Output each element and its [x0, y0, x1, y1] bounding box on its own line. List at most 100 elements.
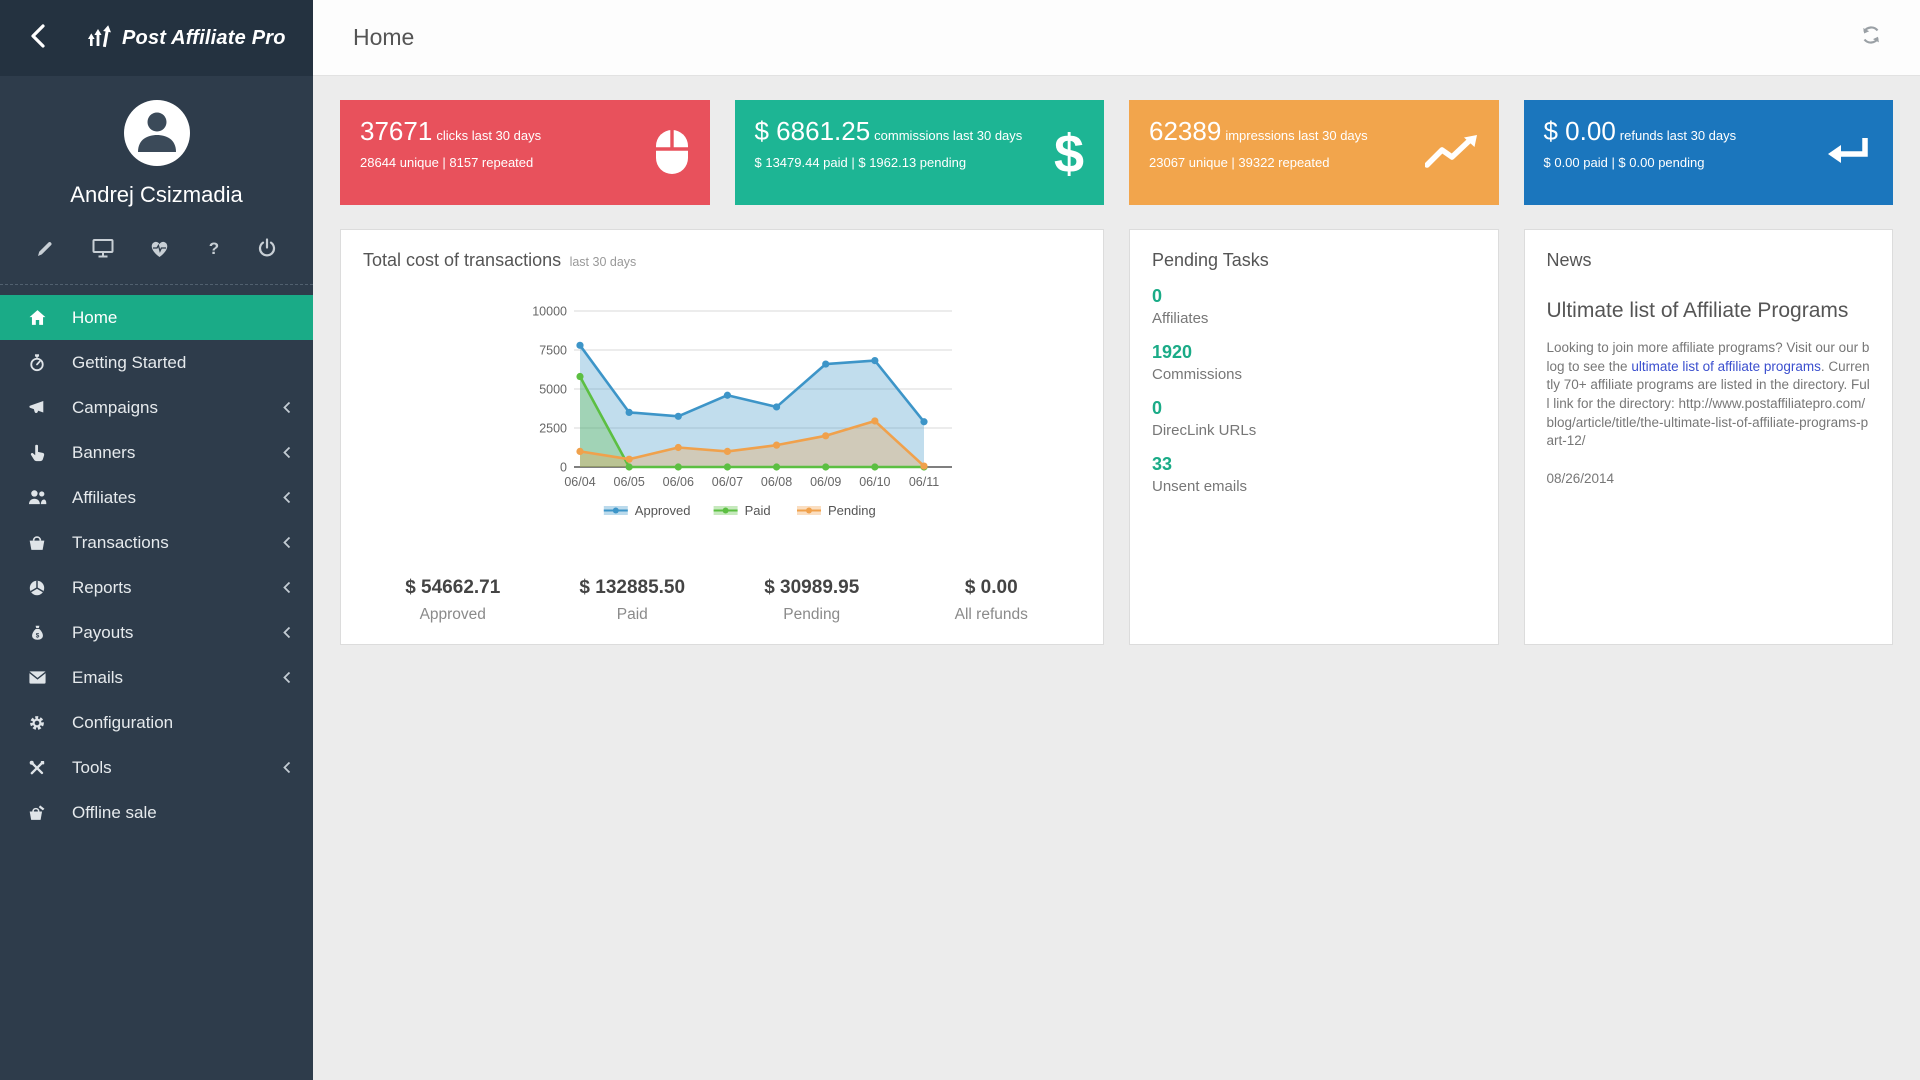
chevron-collapsed-icon — [283, 401, 291, 414]
news-date: 08/26/2014 — [1547, 471, 1871, 486]
sidebar-item-label: Campaigns — [72, 398, 158, 418]
hand-pointer-icon — [26, 444, 48, 462]
user-profile: Andrej Csizmadia — [0, 76, 313, 208]
sidebar-item-emails[interactable]: Emails — [0, 655, 313, 700]
sidebar-item-affiliates[interactable]: Affiliates — [0, 475, 313, 520]
sidebar-nav: Home Getting Started Campaigns Bann — [0, 295, 313, 835]
sidebar-item-home[interactable]: Home — [0, 295, 313, 340]
chevron-left-icon — [29, 23, 47, 54]
impressions-card[interactable]: 62389impressions last 30 days 23067 uniq… — [1129, 100, 1499, 205]
sidebar-item-campaigns[interactable]: Campaigns — [0, 385, 313, 430]
chevron-collapsed-icon — [283, 626, 291, 639]
news-panel: News Ultimate list of Affiliate Programs… — [1524, 229, 1894, 645]
sidebar-item-getting-started[interactable]: Getting Started — [0, 340, 313, 385]
clicks-card-text: 37671clicks last 30 days 28644 unique | … — [360, 115, 541, 193]
impressions-card-text: 62389impressions last 30 days 23067 uniq… — [1149, 115, 1368, 193]
dashboard-content: 37671clicks last 30 days 28644 unique | … — [313, 76, 1920, 1080]
brand-arrows-icon — [86, 25, 112, 51]
user-name: Andrej Csizmadia — [0, 182, 313, 208]
sidebar-item-label: Home — [72, 308, 117, 328]
svg-text:06/07: 06/07 — [712, 475, 743, 489]
collapse-sidebar-button[interactable] — [16, 16, 60, 60]
chart-totals: $ 54662.71 Approved $ 132885.50 Paid $ 3… — [363, 577, 1081, 624]
svg-text:06/08: 06/08 — [761, 475, 792, 489]
megaphone-icon — [26, 399, 48, 417]
chevron-collapsed-icon — [283, 446, 291, 459]
chart-header: Total cost of transactions last 30 days — [363, 250, 1081, 271]
svg-text:10000: 10000 — [532, 305, 567, 319]
stopwatch-icon — [26, 354, 48, 372]
sidebar-item-banners[interactable]: Banners — [0, 430, 313, 475]
sidebar-item-label: Payouts — [72, 623, 133, 643]
svg-text:0: 0 — [560, 461, 567, 475]
chart-subtitle: last 30 days — [570, 255, 637, 269]
commissions-sub: $ 13479.44 paid | $ 1962.13 pending — [755, 155, 1023, 170]
task-affiliates: 0 Affiliates — [1152, 286, 1476, 327]
sidebar-item-label: Reports — [72, 578, 132, 598]
svg-text:06/11: 06/11 — [909, 475, 939, 489]
commissions-card[interactable]: $ 6861.25commissions last 30 days $ 1347… — [735, 100, 1105, 205]
refunds-label: refunds last 30 days — [1620, 128, 1736, 143]
help-icon[interactable]: ? — [206, 238, 222, 258]
sidebar-divider — [0, 284, 313, 285]
svg-text:Pending: Pending — [828, 503, 876, 518]
news-link[interactable]: ultimate list of affiliate programs — [1631, 359, 1821, 374]
refresh-button[interactable] — [1860, 24, 1882, 51]
svg-text:5000: 5000 — [539, 383, 567, 397]
gear-icon — [26, 714, 48, 732]
sidebar-item-transactions[interactable]: Transactions — [0, 520, 313, 565]
pending-tasks-panel: Pending Tasks 0 Affiliates 1920 Commissi… — [1129, 229, 1499, 645]
task-unsent-emails: 33 Unsent emails — [1152, 454, 1476, 495]
basket-icon — [26, 534, 48, 551]
app-window: Post Affiliate Pro Andrej Csizmadia — [0, 0, 1920, 1080]
svg-text:Approved: Approved — [635, 503, 691, 518]
sidebar-item-label: Tools — [72, 758, 112, 778]
svg-text:7500: 7500 — [539, 344, 567, 358]
mouse-icon — [654, 128, 690, 181]
sidebar-item-configuration[interactable]: Configuration — [0, 700, 313, 745]
commissions-value: $ 6861.25 — [755, 116, 871, 146]
task-direclink-urls: 0 DirecLink URLs — [1152, 398, 1476, 439]
total-paid: $ 132885.50 Paid — [543, 577, 723, 624]
refunds-card[interactable]: $ 0.00refunds last 30 days $ 0.00 paid |… — [1524, 100, 1894, 205]
sidebar-item-tools[interactable]: Tools — [0, 745, 313, 790]
news-body: Looking to join more affiliate programs?… — [1547, 339, 1871, 451]
edit-pencil-icon[interactable] — [36, 238, 56, 258]
sidebar-item-label: Banners — [72, 443, 135, 463]
total-pending: $ 30989.95 Pending — [722, 577, 902, 624]
refunds-card-text: $ 0.00refunds last 30 days $ 0.00 paid |… — [1544, 115, 1737, 193]
commissions-label: commissions last 30 days — [874, 128, 1022, 143]
svg-text:$: $ — [35, 632, 39, 639]
monitor-icon[interactable] — [92, 238, 114, 258]
svg-text:Paid: Paid — [745, 503, 771, 518]
sidebar-item-reports[interactable]: Reports — [0, 565, 313, 610]
sidebar: Post Affiliate Pro Andrej Csizmadia — [0, 0, 313, 1080]
pending-tasks-title: Pending Tasks — [1152, 250, 1476, 271]
clicks-label: clicks last 30 days — [436, 128, 541, 143]
tools-icon — [26, 759, 48, 777]
chevron-collapsed-icon — [283, 671, 291, 684]
person-icon — [125, 99, 189, 168]
power-icon[interactable] — [257, 238, 277, 258]
avatar[interactable] — [124, 100, 190, 166]
clicks-sub: 28644 unique | 8157 repeated — [360, 155, 541, 170]
offline-basket-icon — [26, 804, 48, 821]
news-title: News — [1547, 250, 1871, 271]
heartbeat-icon[interactable] — [149, 238, 170, 258]
pie-chart-icon — [26, 579, 48, 597]
sidebar-item-payouts[interactable]: $ Payouts — [0, 610, 313, 655]
transactions-chart-panel: Total cost of transactions last 30 days … — [340, 229, 1104, 645]
sidebar-item-offline-sale[interactable]: Offline sale — [0, 790, 313, 835]
svg-text:06/09: 06/09 — [810, 475, 841, 489]
sidebar-item-label: Offline sale — [72, 803, 157, 823]
brand-name: Post Affiliate Pro — [122, 27, 286, 50]
svg-text:06/05: 06/05 — [614, 475, 645, 489]
sidebar-logo-bar: Post Affiliate Pro — [0, 0, 313, 76]
sidebar-item-label: Affiliates — [72, 488, 136, 508]
impressions-label: impressions last 30 days — [1225, 128, 1367, 143]
total-all-refunds: $ 0.00 All refunds — [902, 577, 1082, 624]
quick-actions: ? — [0, 208, 313, 280]
clicks-card[interactable]: 37671clicks last 30 days 28644 unique | … — [340, 100, 710, 205]
chart-wrap: 02500500075001000006/0406/0506/0606/0706… — [363, 295, 1081, 547]
money-bag-icon: $ — [26, 624, 48, 642]
